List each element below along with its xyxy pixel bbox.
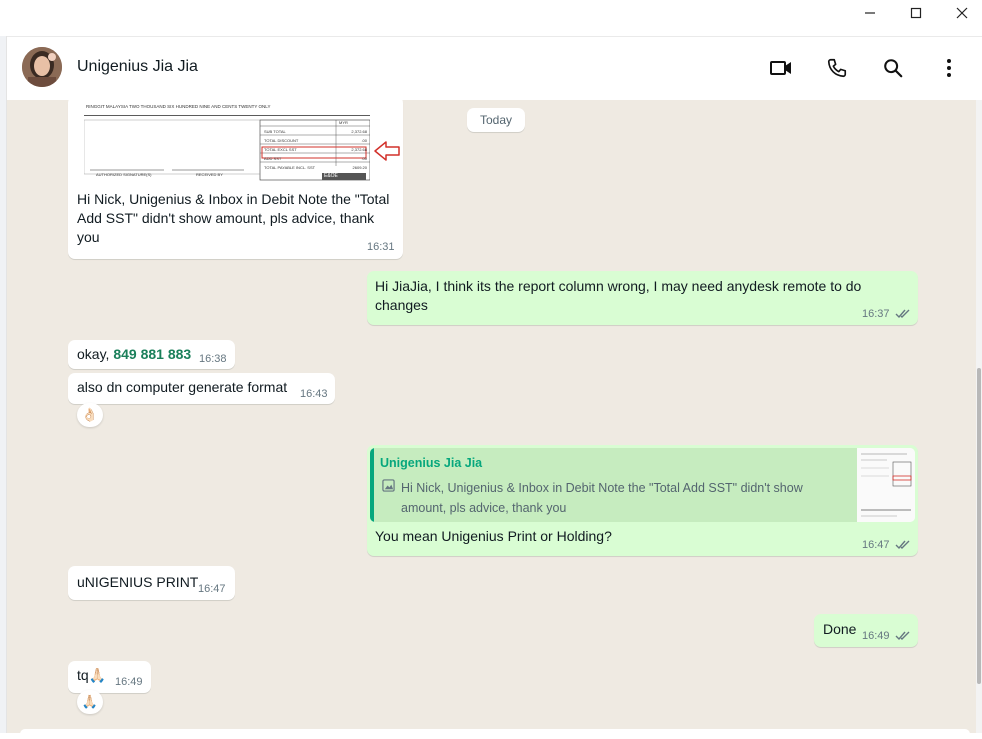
voice-call-button[interactable] <box>824 55 850 81</box>
message-time: 16:49 <box>862 630 890 642</box>
phone-number-link[interactable]: 849 881 883 <box>113 346 191 362</box>
scrollbar-thumb[interactable] <box>977 368 981 684</box>
voice-call-icon <box>827 58 847 78</box>
message-incoming[interactable]: uNIGENIUS PRINT 16:47 <box>68 566 235 600</box>
menu-icon <box>947 59 951 77</box>
invoice-row-value: 2609.20 <box>352 165 367 170</box>
invoice-sig-received: RECEIVED BY <box>196 172 223 177</box>
quote-accent-bar <box>370 448 374 522</box>
video-call-icon <box>770 61 791 75</box>
minimize-icon <box>865 12 875 14</box>
close-button[interactable] <box>939 0 982 26</box>
invoice-row-label: TOTAL EXCL SST <box>264 147 297 152</box>
message-composer[interactable] <box>20 729 970 739</box>
message-text: also dn computer generate format <box>77 379 288 395</box>
message-time: 16:47 <box>198 583 226 595</box>
avatar[interactable] <box>22 47 62 87</box>
menu-button[interactable] <box>936 55 962 81</box>
date-divider: Today <box>467 108 525 132</box>
double-tick-icon <box>895 540 910 550</box>
invoice-image[interactable]: RINGGIT MALAYSIA TWO THOUSAND SIX HUNDRE… <box>84 100 370 182</box>
message-time: 16:47 <box>862 539 890 551</box>
invoice-row-value: 2,372.68 <box>351 129 367 134</box>
reaction-badge[interactable]: 👌🏻 <box>77 403 103 427</box>
contact-name[interactable]: Unigenius Jia Jia <box>77 58 198 76</box>
invoice-image-graphic <box>84 115 370 181</box>
message-text: okay, <box>77 346 110 362</box>
window-titlebar <box>0 0 982 36</box>
message-text: Hi JiaJia, I think its the report column… <box>375 278 862 313</box>
message-time: 16:37 <box>862 308 890 320</box>
invoice-row-label: TOTAL DISCOUNT <box>264 138 299 143</box>
quoted-message[interactable]: Unigenius Jia Jia Hi Nick, Unigenius & I… <box>370 448 915 522</box>
invoice-row-value: 2,372.68 <box>351 147 367 152</box>
search-icon <box>884 59 903 78</box>
quote-thumbnail-image <box>857 448 915 522</box>
red-arrow-annotation <box>374 141 400 161</box>
maximize-icon <box>910 7 922 19</box>
chat-header: Unigenius Jia Jia <box>7 36 982 101</box>
message-time: 16:31 <box>367 241 395 253</box>
message-outgoing[interactable]: Hi JiaJia, I think its the report column… <box>367 271 918 325</box>
minimize-button[interactable] <box>847 0 893 26</box>
message-text: Hi Nick, Unigenius & Inbox in Debit Note… <box>77 191 390 245</box>
quote-thumbnail <box>857 448 915 522</box>
invoice-row-label: TOTAL PAYABLE INCL. SST <box>264 165 316 170</box>
video-call-button[interactable] <box>768 55 794 81</box>
message-text: tq🙏🏻 <box>77 667 107 683</box>
message-incoming[interactable]: also dn computer generate format 16:43 <box>68 373 335 404</box>
message-outgoing-reply[interactable]: Unigenius Jia Jia Hi Nick, Unigenius & I… <box>367 445 918 556</box>
reaction-badge[interactable]: 🙏🏻 <box>77 690 103 714</box>
message-list[interactable]: RINGGIT MALAYSIA TWO THOUSAND SIX HUNDRE… <box>7 100 977 733</box>
invoice-sig-authorized: AUTHORIZED SIGNATURE(S) <box>96 172 152 177</box>
invoice-row-values: 2,372.68 .00 2,372.68 .00 2609.20 <box>339 127 367 172</box>
invoice-amount-words: RINGGIT MALAYSIA TWO THOUSAND SIX HUNDRE… <box>86 104 271 109</box>
message-time: 16:38 <box>199 353 227 365</box>
invoice-row-label: ADD SST <box>264 156 282 161</box>
invoice-currency: MYR <box>339 120 348 125</box>
invoice-row-labels: SUB TOTAL TOTAL DISCOUNT TOTAL EXCL SST … <box>264 127 315 172</box>
quote-author: Unigenius Jia Jia <box>380 456 483 470</box>
message-time: 16:43 <box>300 388 328 400</box>
maximize-button[interactable] <box>893 0 939 26</box>
double-tick-icon <box>895 309 910 319</box>
message-text: You mean Unigenius Print or Holding? <box>375 528 612 544</box>
message-outgoing[interactable]: Done 16:49 <box>814 614 918 647</box>
message-text-wrap: okay, 849 881 883 <box>77 345 191 364</box>
double-tick-icon <box>895 631 910 641</box>
message-text: uNIGENIUS PRINT <box>77 574 199 590</box>
invoice-row-label: SUB TOTAL <box>264 129 286 134</box>
avatar-image <box>22 47 62 87</box>
quote-text: Hi Nick, Unigenius & Inbox in Debit Note… <box>401 481 803 515</box>
invoice-row-value: .00 <box>361 156 367 161</box>
sidebar-edge <box>0 36 7 733</box>
invoice-row-value: .00 <box>361 138 367 143</box>
image-icon <box>382 479 395 492</box>
message-time: 16:49 <box>115 676 143 688</box>
invoice-stamp: E&OE <box>324 173 338 179</box>
close-icon <box>956 7 968 19</box>
message-text: Done <box>823 621 857 637</box>
message-incoming[interactable]: okay, 849 881 883 16:38 <box>68 340 235 369</box>
message-incoming[interactable]: tq🙏🏻 16:49 <box>68 661 151 693</box>
message-image-incoming[interactable]: RINGGIT MALAYSIA TWO THOUSAND SIX HUNDRE… <box>68 100 403 259</box>
search-button[interactable] <box>880 55 906 81</box>
